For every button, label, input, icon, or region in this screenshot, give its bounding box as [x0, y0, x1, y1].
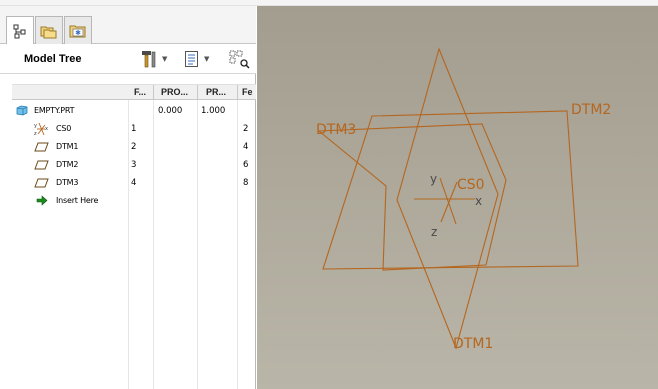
insert-arrow-icon [36, 195, 48, 206]
chevron-down-icon: ▼ [204, 55, 210, 63]
tree-item-label: Insert Here [56, 196, 99, 205]
svg-text:✱: ✱ [75, 29, 81, 37]
graphics-viewport[interactable]: DTM3 DTM2 DTM1 CS0 y x z [257, 6, 658, 389]
tree-row-csys[interactable]: y z x CS0 1 2 [0, 120, 256, 138]
svg-text:z: z [34, 131, 37, 137]
tree-row-insert-here[interactable]: Insert Here [0, 192, 256, 210]
navigator-panel: ✱ Model Tree ▼ ▼ F... PRO... PR... Fe EM… [0, 6, 256, 389]
tree-cell: 4 [131, 178, 137, 188]
tree-cell: 2 [131, 142, 137, 152]
model-tree-title: Model Tree [24, 53, 82, 65]
x-axis-label: x [475, 194, 482, 208]
datum-plane-dtm2 [322, 110, 579, 270]
datum-plane-icon [34, 178, 49, 188]
datum-label-dtm2: DTM2 [571, 102, 611, 118]
tree-cell: 3 [131, 160, 137, 170]
folder-browser-tab-icon [40, 26, 57, 38]
datum-label-dtm1: DTM1 [453, 336, 493, 352]
part-icon [16, 105, 28, 116]
column-header[interactable]: Fe [242, 87, 253, 97]
chevron-down-icon: ▼ [162, 55, 168, 63]
tree-cell: 6 [243, 160, 249, 170]
navigator-tabs: ✱ [0, 6, 256, 45]
tree-item-label: DTM3 [56, 178, 79, 187]
tree-cell: 4 [243, 142, 249, 152]
tree-item-label: DTM2 [56, 160, 79, 169]
model-graphics: DTM3 DTM2 DTM1 CS0 y x z [316, 47, 611, 352]
datum-plane-icon [34, 142, 49, 152]
tree-columns-icon [229, 50, 250, 69]
tools-icon [142, 51, 156, 68]
tree-item-label: DTM1 [56, 142, 79, 151]
tree-column-headers: F... PRO... PR... Fe [12, 84, 256, 100]
list-icon [185, 51, 198, 67]
tree-cell: 8 [243, 178, 249, 188]
model-tree-tab-icon [13, 24, 26, 39]
tab-model-tree[interactable] [6, 16, 34, 45]
z-axis-label: z [431, 225, 437, 239]
tree-row-dtm2[interactable]: DTM2 3 6 [0, 156, 256, 174]
tree-row-dtm3[interactable]: DTM3 4 8 [0, 174, 256, 192]
tree-row-dtm1[interactable]: DTM1 2 4 [0, 138, 256, 156]
model-tree-toolbar: Model Tree ▼ ▼ [0, 44, 256, 74]
settings-menu-button[interactable]: ▼ [140, 48, 167, 70]
tree-cell: 0.000 [158, 106, 183, 116]
coordinate-system-icon: y z x [34, 122, 48, 137]
svg-text:y: y [34, 123, 37, 129]
favorites-tab-icon: ✱ [69, 25, 86, 37]
show-menu-button[interactable]: ▼ [184, 48, 209, 70]
tab-favorites[interactable]: ✱ [64, 16, 92, 44]
tree-cell: 1.000 [201, 106, 226, 116]
column-header[interactable]: PRO... [161, 87, 188, 97]
y-axis-label: y [430, 172, 437, 186]
datum-label-dtm3: DTM3 [316, 122, 356, 138]
tree-row-part[interactable]: EMPTY.PRT 0.000 1.000 [0, 102, 256, 120]
column-display-button[interactable] [229, 48, 251, 70]
svg-text:x: x [45, 126, 48, 132]
datum-plane-icon [34, 160, 49, 170]
column-header[interactable]: F... [134, 87, 146, 97]
tree-cell: 1 [131, 124, 137, 134]
tree-cell: 2 [243, 124, 249, 134]
tab-folder-browser[interactable] [35, 16, 63, 44]
tree-item-label: EMPTY.PRT [34, 106, 75, 115]
tree-item-label: CS0 [56, 124, 72, 133]
csys-label: CS0 [457, 177, 485, 193]
column-header[interactable]: PR... [206, 87, 226, 97]
